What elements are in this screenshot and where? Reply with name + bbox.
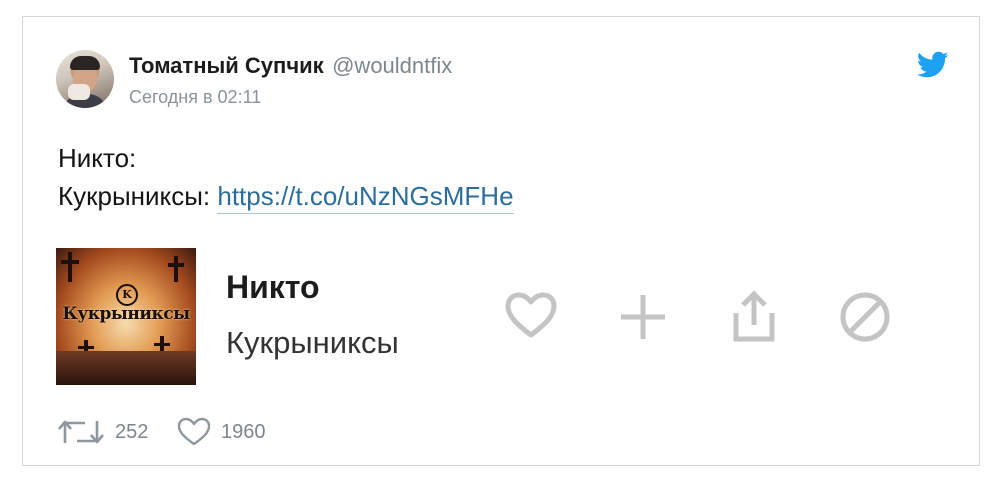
avatar-hair [70, 56, 100, 70]
add-track-button[interactable] [615, 289, 671, 345]
track-title[interactable]: Никто [226, 269, 320, 306]
cover-cross-1-bar [61, 260, 79, 264]
cover-cross-3-bar [78, 346, 94, 349]
avatar[interactable] [56, 50, 114, 108]
retweet-count: 252 [115, 421, 149, 443]
like-track-button[interactable] [503, 289, 559, 345]
cover-cross-2-bar [168, 263, 184, 267]
tweet-link[interactable]: https://t.co/uNzNGsMFHe [217, 181, 514, 214]
author-handle[interactable]: @wouldntfix [332, 53, 452, 78]
retweet-icon [58, 420, 104, 444]
block-track-button[interactable] [837, 289, 893, 345]
tweet-timestamp[interactable]: Сегодня в 02:11 [129, 87, 261, 108]
heart-outline-icon [505, 292, 557, 338]
cover-cross-4-bar [154, 343, 170, 346]
cover-cross-1 [68, 252, 72, 282]
cover-cross-2 [174, 256, 178, 282]
share-icon [733, 290, 775, 342]
album-cover[interactable]: K Кукрыниксы [56, 248, 196, 385]
tweet-text: Никто: Кукрыниксы: https://t.co/uNzNGsMF… [58, 139, 514, 215]
block-icon [840, 292, 890, 342]
cover-ground [56, 351, 196, 385]
heart-outline-icon [177, 417, 211, 446]
plus-icon [621, 295, 665, 339]
author-row: Томатный Супчик @wouldntfix [129, 53, 452, 79]
cover-logo-text: Кукрыниксы [62, 304, 190, 324]
share-track-button[interactable] [726, 289, 782, 345]
track-artist[interactable]: Кукрыниксы [226, 325, 399, 361]
likes-count: 1960 [221, 421, 266, 443]
tweet-text-line-1: Никто: [58, 143, 137, 173]
avatar-hand [68, 84, 90, 100]
retweet-stat[interactable]: 252 [57, 415, 167, 449]
author-display-name[interactable]: Томатный Супчик [129, 53, 324, 78]
twitter-bird-icon[interactable] [916, 51, 949, 79]
tweet-text-prefix: Кукрыниксы: [58, 181, 218, 211]
tweet-text-line-2: Кукрыниксы: https://t.co/uNzNGsMFHe [58, 177, 514, 215]
cover-k-logo: K [116, 284, 138, 306]
likes-stat[interactable]: 1960 [177, 415, 297, 449]
tweet-card: Томатный Супчик @wouldntfix Сегодня в 02… [22, 16, 980, 466]
